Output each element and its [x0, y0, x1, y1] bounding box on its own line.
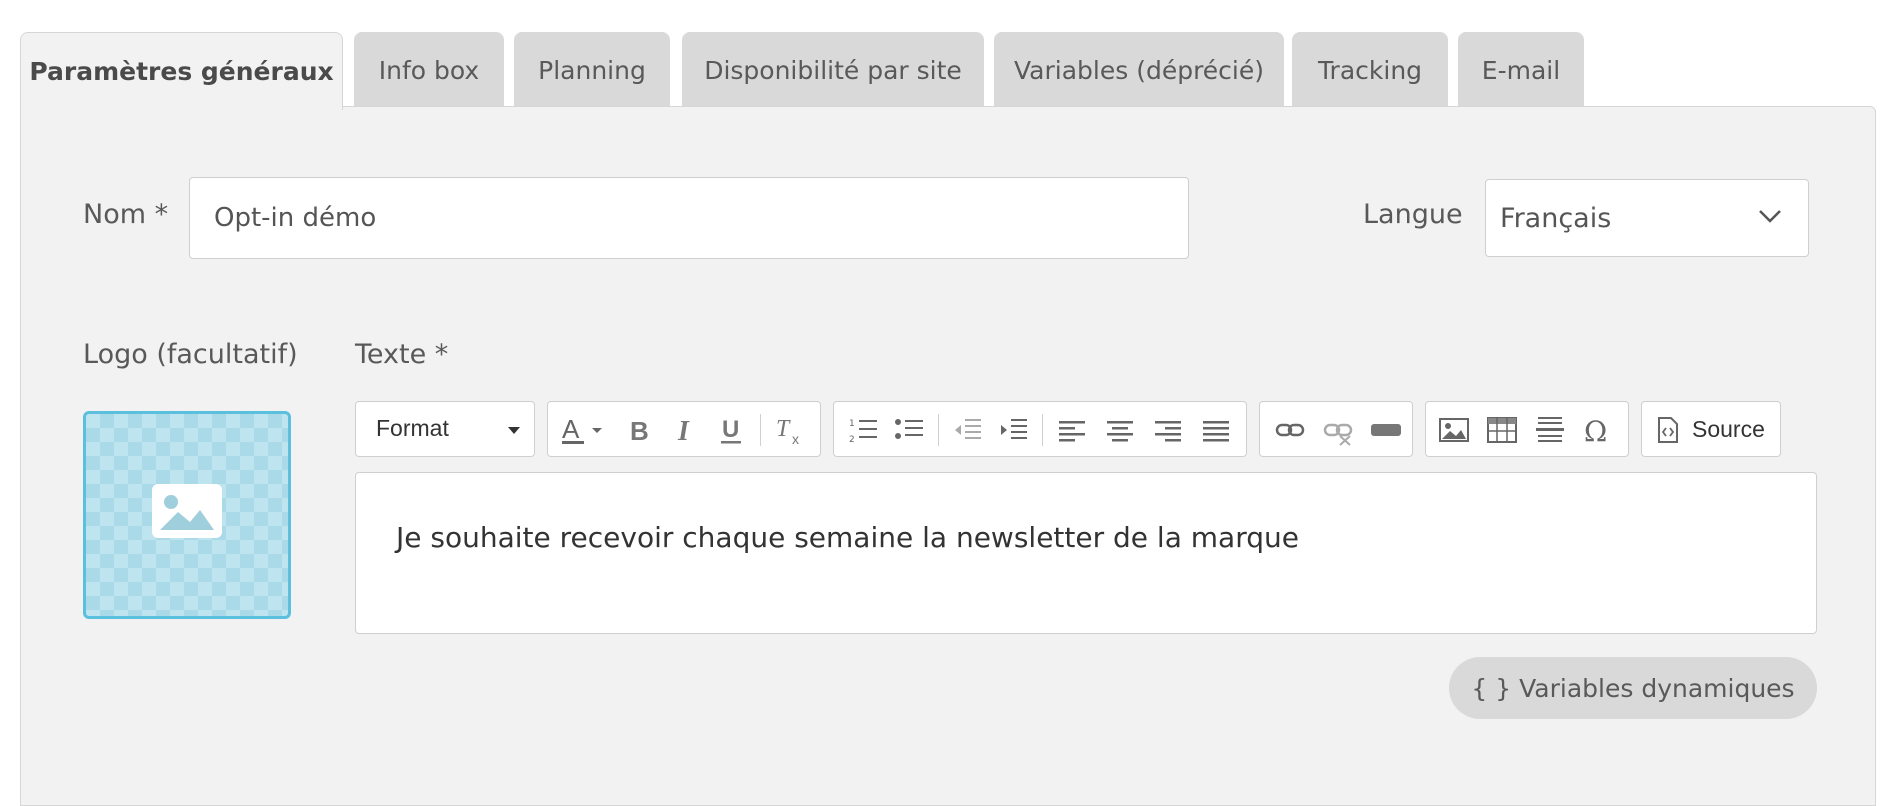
justify-icon[interactable] — [1200, 414, 1232, 446]
tab-tracking[interactable]: Tracking — [1292, 32, 1448, 108]
source-icon — [1658, 417, 1678, 443]
toolbar-separator — [938, 414, 939, 446]
tab-info-box[interactable]: Info box — [354, 32, 504, 108]
name-label: Nom * — [83, 199, 169, 230]
tab-variables-deprecated[interactable]: Variables (déprécié) — [994, 32, 1284, 108]
text-editor[interactable]: Je souhaite recevoir chaque semaine la n… — [355, 472, 1817, 634]
general-settings-panel: Nom * Opt-in démo Langue Français Logo (… — [20, 106, 1876, 806]
svg-text:U: U — [722, 416, 739, 443]
remove-format-icon[interactable]: T x — [774, 414, 806, 446]
source-label: Source — [1692, 416, 1765, 442]
image-icon[interactable] — [1438, 414, 1470, 446]
toolbar-separator — [1042, 414, 1043, 446]
language-select-value: Français — [1500, 202, 1612, 234]
svg-text:Ω: Ω — [1584, 415, 1607, 446]
numbered-list-icon[interactable]: 1 2 — [848, 414, 880, 446]
svg-text:2: 2 — [849, 435, 855, 445]
image-placeholder-icon — [152, 484, 222, 538]
anchor-icon[interactable] — [1370, 414, 1402, 446]
name-input[interactable]: Opt-in démo — [189, 177, 1189, 259]
format-label: Format — [376, 415, 449, 441]
chevron-down-icon — [1759, 210, 1781, 223]
align-right-icon[interactable] — [1152, 414, 1184, 446]
insert-toolbar: Ω — [1425, 401, 1629, 457]
align-left-icon[interactable] — [1056, 414, 1088, 446]
unlink-icon[interactable] — [1322, 414, 1354, 446]
dynamic-variables-button[interactable]: { } Variables dynamiques — [1449, 657, 1817, 719]
language-select[interactable]: Français — [1485, 179, 1809, 257]
svg-text:x: x — [792, 431, 799, 446]
language-label: Langue — [1363, 199, 1463, 230]
outdent-icon[interactable] — [952, 414, 984, 446]
paragraph-toolbar: 1 2 — [833, 401, 1247, 457]
link-toolbar — [1259, 401, 1413, 457]
indent-icon[interactable] — [998, 414, 1030, 446]
bold-icon[interactable]: B — [624, 414, 656, 446]
svg-text:I: I — [677, 416, 690, 446]
format-dropdown[interactable]: Format — [355, 401, 535, 457]
tab-general-settings[interactable]: Paramètres généraux — [20, 32, 343, 110]
link-icon[interactable] — [1274, 414, 1306, 446]
special-char-icon[interactable]: Ω — [1582, 414, 1614, 446]
toolbar-separator — [760, 414, 761, 446]
logo-label: Logo (facultatif) — [83, 339, 298, 370]
tab-availability-by-site[interactable]: Disponibilité par site — [682, 32, 984, 108]
svg-text:T: T — [776, 416, 791, 442]
tab-email[interactable]: E-mail — [1458, 32, 1584, 108]
svg-text:A: A — [562, 414, 580, 444]
tab-planning[interactable]: Planning — [514, 32, 670, 108]
svg-text:B: B — [630, 416, 649, 446]
underline-icon[interactable]: U — [716, 414, 748, 446]
align-center-icon[interactable] — [1104, 414, 1136, 446]
horizontal-line-icon[interactable] — [1534, 414, 1566, 446]
bullet-list-icon[interactable] — [894, 414, 926, 446]
text-color-icon[interactable]: A — [560, 414, 606, 446]
table-icon[interactable] — [1486, 414, 1518, 446]
logo-upload[interactable] — [83, 411, 291, 619]
caret-down-icon — [508, 427, 520, 434]
editor-content[interactable]: Je souhaite recevoir chaque semaine la n… — [396, 521, 1299, 554]
svg-text:1: 1 — [849, 419, 855, 429]
source-button[interactable]: Source — [1641, 401, 1781, 457]
text-style-toolbar: A B I U T x — [547, 401, 821, 457]
italic-icon[interactable]: I — [670, 414, 702, 446]
text-label: Texte * — [355, 339, 449, 370]
